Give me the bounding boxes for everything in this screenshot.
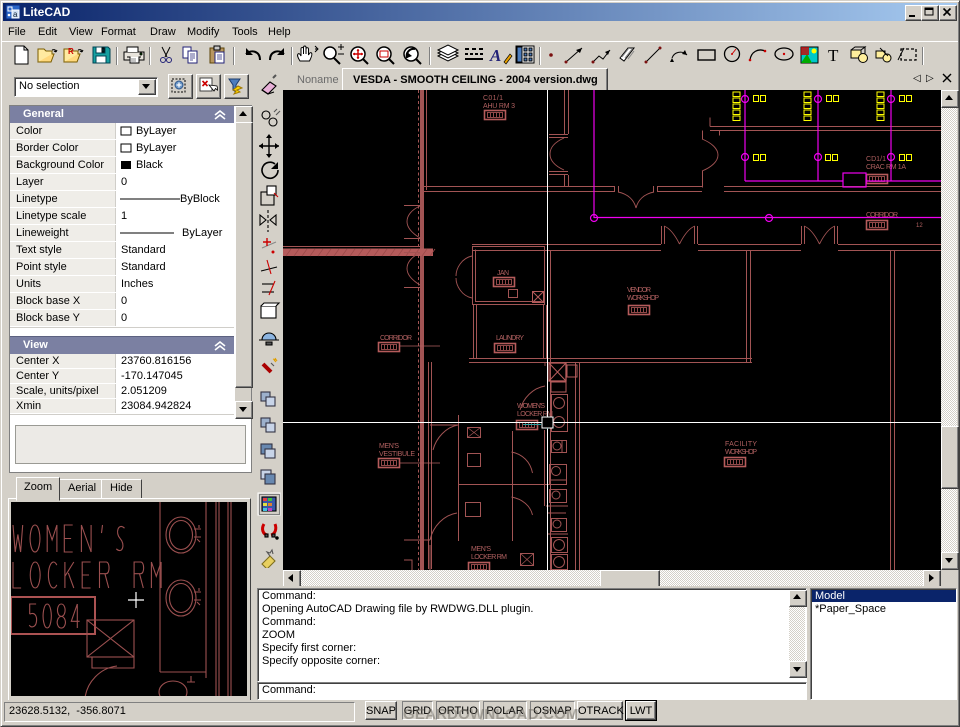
svg-text:LAUNDRY: LAUNDRY bbox=[496, 335, 524, 342]
svg-text:C01/1: C01/1 bbox=[483, 95, 503, 102]
svg-text:A: A bbox=[489, 46, 501, 65]
svg-text:LOCKER RM: LOCKER RM bbox=[471, 554, 507, 561]
svg-text:VENDOR: VENDOR bbox=[627, 287, 651, 294]
svg-text:WOMEN'S: WOMEN'S bbox=[517, 403, 545, 410]
svg-text:CRAC RM 1A: CRAC RM 1A bbox=[866, 164, 906, 171]
svg-text:JAN: JAN bbox=[497, 270, 509, 277]
svg-text:12: 12 bbox=[916, 223, 923, 229]
svg-text:CD1/1: CD1/1 bbox=[866, 156, 886, 163]
svg-text:FACILITY: FACILITY bbox=[725, 441, 757, 448]
svg-text:MEN'S: MEN'S bbox=[471, 546, 491, 553]
svg-text:CORRIDOR: CORRIDOR bbox=[380, 335, 412, 342]
svg-text:AHU RM 3: AHU RM 3 bbox=[483, 103, 515, 110]
svg-text:MEN'S: MEN'S bbox=[379, 443, 399, 450]
svg-text:WORKSHOP: WORKSHOP bbox=[627, 295, 659, 302]
svg-text:WORKSHOP: WORKSHOP bbox=[725, 449, 757, 456]
svg-text:R: R bbox=[68, 47, 74, 56]
svg-text:VESTIBULE: VESTIBULE bbox=[379, 451, 415, 458]
svg-text:a: a bbox=[13, 10, 18, 19]
svg-text:T: T bbox=[828, 46, 839, 65]
